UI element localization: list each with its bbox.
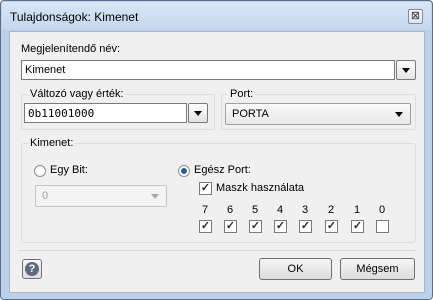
properties-dialog: Tulajdonságok: Kimenet ⊠ Megjelenítendő … <box>0 0 433 300</box>
variable-dropdown-button[interactable] <box>188 103 208 123</box>
bit-1-checkbox[interactable]: ✓ <box>351 220 364 233</box>
single-bit-label: Egy Bit: <box>50 164 88 176</box>
display-name-dropdown-button[interactable] <box>396 60 416 80</box>
bit-label: 4 <box>277 204 284 216</box>
mask-checkbox[interactable]: ✓ <box>199 182 212 195</box>
port-selected-value: PORTA <box>232 108 269 120</box>
whole-port-radio[interactable] <box>178 165 190 177</box>
whole-port-label: Egész Port: <box>194 164 251 176</box>
bit-label: 3 <box>302 204 309 216</box>
help-icon: ? <box>25 262 39 276</box>
mask-label: Maszk használata <box>216 182 305 194</box>
bit-5-checkbox[interactable]: ✓ <box>249 220 262 233</box>
bit-6-checkbox[interactable]: ✓ <box>224 220 237 233</box>
divider <box>18 250 416 251</box>
bit-7-checkbox[interactable]: ✓ <box>199 220 212 233</box>
bit-label: 5 <box>252 204 259 216</box>
variable-input[interactable]: 0b11001000 <box>24 103 187 123</box>
bit-4-checkbox[interactable]: ✓ <box>274 220 287 233</box>
port-label: Port: <box>228 88 256 100</box>
single-bit-select[interactable]: 0 <box>35 185 167 207</box>
ok-button[interactable]: OK <box>259 258 332 280</box>
single-bit-radio[interactable] <box>34 165 46 177</box>
display-name-input[interactable]: Kimenet <box>21 60 395 80</box>
dialog-body: Megjelenítendő név: Kimenet Változó vagy… <box>9 31 425 293</box>
chevron-down-icon <box>194 111 202 116</box>
bit-3-checkbox[interactable]: ✓ <box>299 220 312 233</box>
help-button[interactable]: ? <box>22 259 42 279</box>
bit-0-checkbox[interactable] <box>376 220 389 233</box>
close-icon[interactable]: ⊠ <box>408 9 423 24</box>
variable-label: Változó vagy érték: <box>28 88 126 100</box>
title-bar[interactable]: Tulajdonságok: Kimenet ⊠ <box>2 2 431 30</box>
bit-label: 6 <box>227 204 234 216</box>
bit-label: 1 <box>354 204 361 216</box>
chevron-down-icon <box>402 68 410 73</box>
port-select[interactable]: PORTA <box>225 103 411 125</box>
bit-label: 7 <box>202 204 209 216</box>
bit-label: 0 <box>379 204 386 216</box>
cancel-button[interactable]: Mégsem <box>340 258 415 280</box>
bit-label: 2 <box>328 204 335 216</box>
output-group-title: Kimenet: <box>28 137 76 149</box>
chevron-down-icon <box>151 194 159 199</box>
window-title: Tulajdonságok: Kimenet <box>10 10 139 24</box>
chevron-down-icon <box>395 112 403 117</box>
single-bit-value: 0 <box>42 190 49 202</box>
bit-2-checkbox[interactable]: ✓ <box>325 220 338 233</box>
display-name-label: Megjelenítendő név: <box>21 43 121 55</box>
